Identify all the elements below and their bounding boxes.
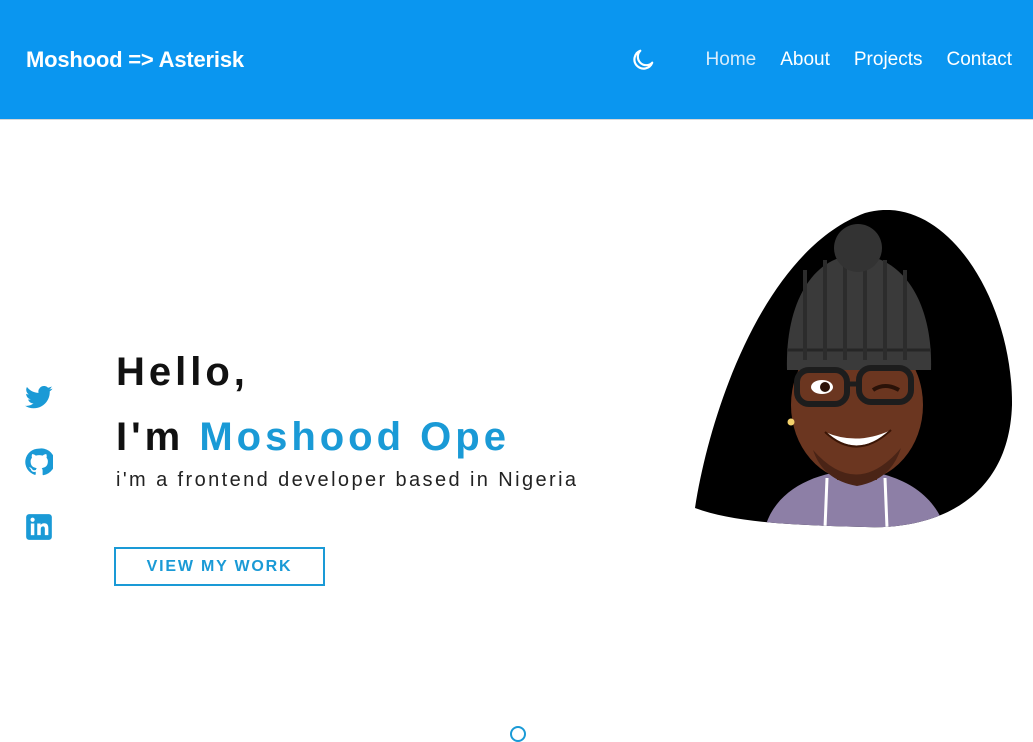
nav-links: Home About Projects Contact <box>682 49 1012 71</box>
nav-link-home[interactable]: Home <box>706 49 757 71</box>
hero-name: Moshood Ope <box>199 415 510 459</box>
navbar: Moshood => Asterisk Home About Projects … <box>0 0 1033 120</box>
hero-text: Hello, I'm Moshood Ope i'm a frontend de… <box>116 352 578 492</box>
hero-intro: I'm Moshood Ope <box>116 417 578 457</box>
view-my-work-button[interactable]: VIEW MY WORK <box>114 547 325 586</box>
avatar <box>695 210 1013 528</box>
nav-link-about[interactable]: About <box>780 49 830 71</box>
nav-right: Home About Projects Contact <box>630 47 1012 73</box>
twitter-icon[interactable] <box>25 383 53 411</box>
linkedin-icon[interactable] <box>25 513 53 541</box>
moon-icon[interactable] <box>630 47 656 73</box>
nav-link-contact[interactable]: Contact <box>947 49 1012 71</box>
hero-intro-prefix: I'm <box>116 415 200 459</box>
hero-tagline: i'm a frontend developer based in Nigeri… <box>116 469 579 491</box>
brand-logo[interactable]: Moshood => Asterisk <box>26 47 244 73</box>
nav-link-projects[interactable]: Projects <box>854 49 923 71</box>
github-icon[interactable] <box>25 448 53 476</box>
scroll-down-indicator[interactable] <box>510 726 526 742</box>
hero-greeting: Hello, <box>116 350 249 394</box>
